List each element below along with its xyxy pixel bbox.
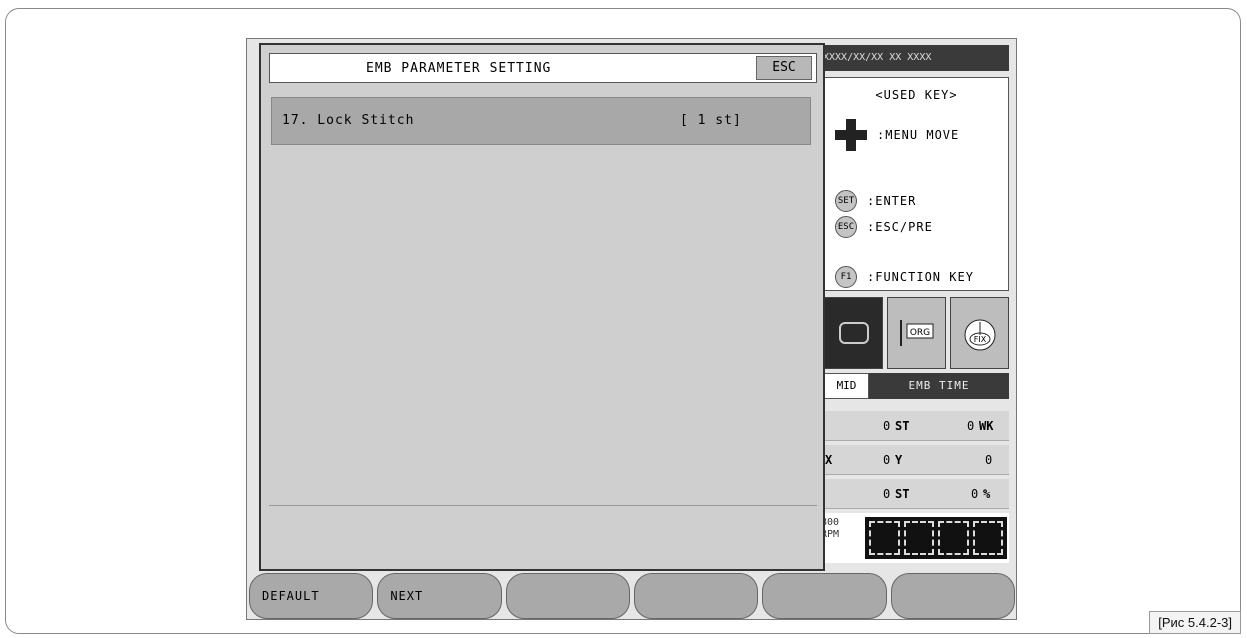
esc-button[interactable]: ESC (756, 56, 812, 80)
figure-caption: [Рис 5.4.2-3] (1149, 611, 1241, 634)
speed-display: 800 RPM (819, 513, 1009, 563)
mode-icons: ORG FIX (824, 297, 1009, 369)
default-button[interactable]: DEFAULT (249, 573, 374, 619)
work-unit: WK (979, 419, 994, 433)
menu-move-row: :MENU MOVE (835, 119, 960, 151)
seven-segment-display (865, 517, 1007, 559)
esc-key-row: ESC :ESC/PRE (835, 216, 933, 238)
progress-stitch-value: 0 (883, 487, 891, 501)
function-button-6[interactable] (890, 573, 1015, 619)
used-keys-panel: <USED KEY> :MENU MOVE SET :ENTER ESC :ES… (824, 77, 1009, 291)
dialog-title: EMB PARAMETER SETTING (366, 61, 552, 76)
f1-key-icon: F1 (835, 266, 857, 288)
progress-stitch-unit: ST (895, 487, 910, 501)
dpad-icon (835, 119, 867, 151)
org-icon-text: ORG (909, 328, 929, 338)
stitch-count-row: 0 ST 0 WK (819, 411, 1009, 441)
esc-key-icon: ESC (835, 216, 857, 238)
machine-screen: XXXX/XX/XX XX XXXX <USED KEY> :MENU MOVE… (246, 38, 1017, 620)
datetime-text: XXXX/XX/XX XX XXXX (823, 52, 932, 63)
segment-digit (938, 521, 969, 555)
set-key-row: SET :ENTER (835, 190, 916, 212)
next-button[interactable]: NEXT (377, 573, 502, 619)
f1-key-row: F1 :FUNCTION KEY (835, 266, 974, 288)
fix-gauge-icon[interactable]: FIX (950, 297, 1009, 369)
tab-mid[interactable]: MID (824, 373, 869, 399)
parameter-label: 17. Lock Stitch (282, 113, 415, 128)
segment-digit (903, 521, 934, 555)
function-button-3[interactable] (505, 573, 630, 619)
function-key-label: :FUNCTION KEY (867, 270, 974, 284)
set-key-icon: SET (835, 190, 857, 212)
mode-tabs: MID EMB TIME (824, 373, 1009, 399)
x-label: X (825, 453, 833, 467)
x-value: 0 (883, 453, 891, 467)
parameter-value: [ 1 st] (680, 113, 742, 128)
stitch-value: 0 (883, 419, 891, 433)
work-value: 0 (967, 419, 975, 433)
enter-label: :ENTER (867, 194, 917, 208)
esc-pre-label: :ESC/PRE (867, 220, 933, 234)
parameter-dialog: EMB PARAMETER SETTING ESC 17. Lock Stitc… (259, 43, 825, 571)
progress-row: 0 ST 0 % (819, 479, 1009, 509)
segment-digit (972, 521, 1003, 555)
dialog-titlebar: EMB PARAMETER SETTING ESC (269, 53, 817, 83)
menu-move-label: :MENU MOVE (877, 128, 960, 142)
y-label: Y (895, 453, 903, 467)
frame-icon[interactable] (824, 297, 883, 369)
segment-digit (869, 521, 900, 555)
function-button-5[interactable] (762, 573, 887, 619)
datetime-bar: XXXX/XX/XX XX XXXX (819, 45, 1009, 71)
coordinate-row: X 0 Y 0 (819, 445, 1009, 475)
fix-icon-text: FIX (973, 335, 986, 344)
function-button-4[interactable] (633, 573, 759, 619)
percent-unit: % (983, 487, 991, 501)
stitch-unit: ST (895, 419, 910, 433)
function-buttons: DEFAULT NEXT (249, 573, 1015, 619)
parameter-row[interactable]: 17. Lock Stitch [ 1 st] (271, 97, 811, 145)
used-keys-title: <USED KEY> (875, 88, 958, 102)
y-value: 0 (985, 453, 993, 467)
percent-value: 0 (971, 487, 979, 501)
org-icon[interactable]: ORG (887, 297, 946, 369)
tab-emb-time[interactable]: EMB TIME (869, 373, 1009, 399)
dialog-divider (269, 505, 817, 506)
